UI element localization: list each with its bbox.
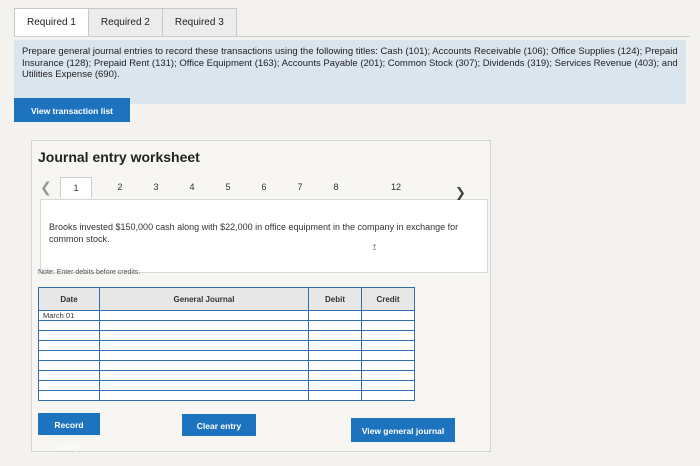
credit-cell[interactable] — [361, 320, 415, 331]
pager-page-6[interactable]: 6 — [256, 182, 272, 192]
record-entry-button[interactable]: Record entry — [38, 413, 100, 452]
table-row: March 01 — [38, 310, 415, 321]
account-cell[interactable] — [99, 370, 309, 381]
pager-page-5[interactable]: 5 — [220, 182, 236, 192]
table-row — [38, 350, 415, 361]
table-row — [38, 320, 415, 331]
account-cell[interactable] — [99, 330, 309, 341]
cursor-icon: ↥ — [371, 243, 378, 252]
credit-cell[interactable] — [361, 330, 415, 341]
transaction-description: Brooks invested $150,000 cash along with… — [49, 222, 459, 244]
table-row — [38, 390, 415, 401]
debit-cell[interactable] — [308, 320, 362, 331]
tab-required-3[interactable]: Required 3 — [161, 8, 237, 37]
pager-page-8[interactable]: 8 — [328, 182, 344, 192]
credit-cell[interactable] — [361, 340, 415, 351]
date-cell[interactable] — [38, 380, 100, 391]
debit-cell[interactable] — [308, 390, 362, 401]
credit-cell[interactable] — [361, 370, 415, 381]
col-header-general-journal: General Journal — [99, 287, 309, 311]
date-cell[interactable] — [38, 360, 100, 371]
debit-cell[interactable] — [308, 310, 362, 321]
debit-cell[interactable] — [308, 350, 362, 361]
date-cell[interactable] — [38, 350, 100, 361]
debit-cell[interactable] — [308, 380, 362, 391]
view-general-journal-button[interactable]: View general journal — [351, 418, 455, 442]
credit-cell[interactable] — [361, 350, 415, 361]
tab-required-1[interactable]: Required 1 — [14, 8, 89, 37]
entry-note: Note: Enter debits before credits. — [38, 269, 141, 276]
col-header-date: Date — [38, 287, 100, 311]
tab-bar: Required 1 Required 2 Required 3 — [14, 8, 237, 37]
instructions-text: Prepare general journal entries to recor… — [22, 46, 678, 80]
tab-divider — [14, 36, 690, 37]
pager-page-3[interactable]: 3 — [148, 182, 164, 192]
account-cell[interactable] — [99, 350, 309, 361]
debit-cell[interactable] — [308, 340, 362, 351]
account-cell[interactable] — [99, 380, 309, 391]
pager-next-icon[interactable]: ❯ — [455, 185, 466, 201]
pager-page-1[interactable]: 1 — [60, 177, 92, 198]
view-transaction-list-button[interactable]: View transaction list — [14, 98, 130, 122]
pager-page-4[interactable]: 4 — [184, 182, 200, 192]
worksheet-pager: ❮ 1 2 3 4 5 6 7 8 12 — [32, 177, 490, 199]
table-row — [38, 360, 415, 371]
credit-cell[interactable] — [361, 310, 415, 321]
worksheet-title: Journal entry worksheet — [38, 149, 200, 165]
transaction-description-box: Brooks invested $150,000 cash along with… — [40, 199, 488, 273]
pager-prev-icon[interactable]: ❮ — [40, 179, 52, 196]
journal-entry-worksheet: Journal entry worksheet ❮ 1 2 3 4 5 6 7 … — [31, 140, 491, 452]
journal-table: Date General Journal Debit Credit March … — [38, 287, 415, 401]
date-cell[interactable] — [38, 330, 100, 341]
debit-cell[interactable] — [308, 370, 362, 381]
debit-cell[interactable] — [308, 330, 362, 341]
date-cell[interactable] — [38, 390, 100, 401]
table-row — [38, 330, 415, 341]
pager-page-7[interactable]: 7 — [292, 182, 308, 192]
credit-cell[interactable] — [361, 380, 415, 391]
pager-page-2[interactable]: 2 — [112, 182, 128, 192]
account-cell[interactable] — [99, 360, 309, 371]
pager-page-12[interactable]: 12 — [388, 182, 404, 192]
date-cell[interactable] — [38, 320, 100, 331]
date-cell[interactable] — [38, 370, 100, 381]
table-row — [38, 340, 415, 351]
debit-cell[interactable] — [308, 360, 362, 371]
date-cell[interactable]: March 01 — [38, 310, 100, 321]
clear-entry-button[interactable]: Clear entry — [182, 414, 256, 436]
credit-cell[interactable] — [361, 360, 415, 371]
instructions-panel: Prepare general journal entries to recor… — [14, 40, 686, 104]
table-row — [38, 370, 415, 381]
col-header-debit: Debit — [308, 287, 362, 311]
credit-cell[interactable] — [361, 390, 415, 401]
account-cell[interactable] — [99, 340, 309, 351]
date-cell[interactable] — [38, 340, 100, 351]
account-cell[interactable] — [99, 320, 309, 331]
account-cell[interactable] — [99, 390, 309, 401]
col-header-credit: Credit — [361, 287, 415, 311]
account-cell[interactable] — [99, 310, 309, 321]
tab-required-2[interactable]: Required 2 — [87, 8, 163, 37]
table-row — [38, 380, 415, 391]
